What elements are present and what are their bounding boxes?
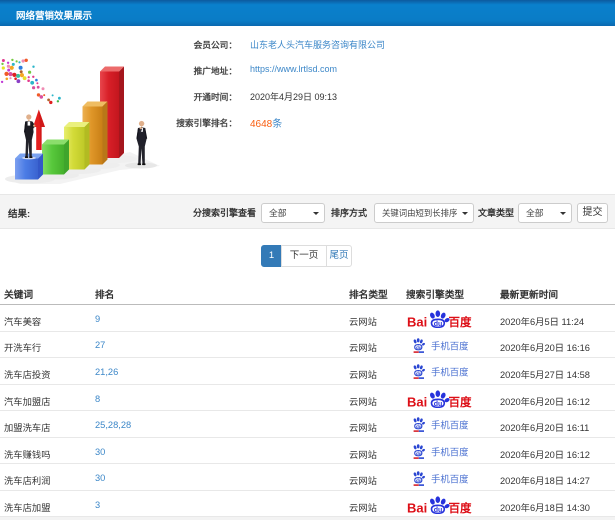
- svg-text:手机百度: 手机百度: [431, 340, 469, 351]
- svg-text:du: du: [416, 345, 422, 350]
- svg-text:du: du: [416, 424, 422, 429]
- svg-text:手机百度: 手机百度: [431, 419, 469, 430]
- svg-text:手机百度: 手机百度: [431, 366, 469, 377]
- svg-text:Bai: Bai: [407, 315, 427, 329]
- svg-text:du: du: [416, 451, 422, 456]
- svg-text:百度: 百度: [449, 315, 472, 328]
- svg-text:百度: 百度: [449, 395, 472, 408]
- svg-text:du: du: [416, 371, 422, 376]
- svg-text:du: du: [434, 401, 443, 408]
- svg-text:百度: 百度: [449, 501, 472, 514]
- svg-text:du: du: [434, 507, 443, 514]
- svg-text:Bai: Bai: [407, 395, 427, 409]
- svg-text:du: du: [434, 321, 443, 328]
- svg-text:Bai: Bai: [407, 501, 427, 515]
- svg-text:手机百度: 手机百度: [431, 473, 469, 484]
- svg-text:du: du: [416, 478, 422, 483]
- svg-text:手机百度: 手机百度: [431, 446, 469, 457]
